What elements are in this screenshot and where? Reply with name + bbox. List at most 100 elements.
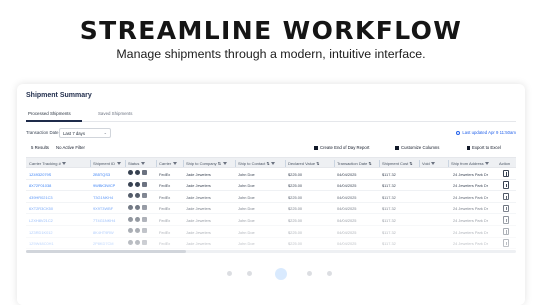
page-dot[interactable] <box>247 271 252 276</box>
filter-icon[interactable] <box>172 162 177 165</box>
action-icon[interactable] <box>503 181 509 189</box>
cell-tracking[interactable]: 6XT2R3CK50 <box>29 206 53 211</box>
col-label: Ship to Company <box>186 161 217 166</box>
transaction-date-select[interactable]: Last 7 days ⌄ <box>59 128 111 138</box>
cell-shipment-cost: $117.32 <box>382 206 396 212</box>
filter-icon[interactable] <box>431 162 436 165</box>
cell-tracking[interactable]: 439HR021C3 <box>29 195 53 200</box>
col-carrier-tracking[interactable]: Carrier Tracking # <box>29 161 67 166</box>
col-ship-to-contact[interactable]: Ship to Contact⇅ <box>238 161 276 166</box>
create-report-button[interactable]: Create End of Day Report <box>314 145 369 150</box>
customize-columns-button[interactable]: Customize Columns <box>395 145 439 150</box>
action-icon[interactable] <box>503 216 509 224</box>
cell-tracking[interactable]: 8X72F01038 <box>29 183 51 188</box>
table-row[interactable]: 1Z9W48C0H1 2P8KD7CM FedEx Jade Jewelers John… <box>26 238 516 250</box>
sort-icon[interactable]: ⇅ <box>316 161 319 166</box>
filter-icon[interactable] <box>222 162 227 165</box>
action-icon[interactable] <box>503 239 509 247</box>
column-divider[interactable] <box>235 160 236 167</box>
tab-saved-shipments[interactable]: Saved Shipments <box>98 111 132 116</box>
column-divider[interactable] <box>448 160 449 167</box>
col-transaction-date[interactable]: Transaction Date⇅ <box>337 161 372 166</box>
cell-tracking[interactable]: 1Z3RD1K012 <box>29 230 53 235</box>
col-action: Action <box>499 161 510 166</box>
sort-icon[interactable]: ⇅ <box>368 161 371 166</box>
cell-shipment-id[interactable]: 7T4G1NKH4 <box>93 218 115 223</box>
horizontal-scrollbar[interactable] <box>26 250 516 253</box>
col-carrier[interactable]: Carrier <box>159 161 177 166</box>
cell-shipment-id[interactable]: T3G1NKH4 <box>93 195 113 200</box>
col-ship-to-company[interactable]: Ship to Company⇅ <box>186 161 227 166</box>
cell-contact: John Doe <box>238 241 255 247</box>
table-row[interactable]: 1Z4932079S 2B5TQS3 FedEx Jade Jewelers John … <box>26 168 516 180</box>
cell-shipment-id[interactable]: 2P8KD7CM <box>93 241 114 246</box>
column-divider[interactable] <box>379 160 380 167</box>
pagination <box>207 268 357 280</box>
shipment-summary-card: Shipment Summary Processed Shipments Sav… <box>17 84 525 305</box>
table-row[interactable]: L2XH8V21C2 7T4G1NKH4 FedEx Jade Jewelers Joh… <box>26 214 516 226</box>
col-shipment-cost[interactable]: Shipment Cost⇅ <box>382 161 413 166</box>
cell-shipment-id[interactable]: 2B5TQS3 <box>93 172 110 177</box>
table-row[interactable]: 1Z3RD1K012 8K4HT9RW FedEx Jade Jewelers John… <box>26 226 516 238</box>
status-dot-icon <box>135 216 140 222</box>
cell-shipment-id[interactable]: 9WBK3WCP <box>93 183 115 188</box>
cell-tracking[interactable]: L2XH8V21C2 <box>29 218 53 223</box>
table-row[interactable]: 439HR021C3 T3G1NKH4 FedEx Jade Jewelers John… <box>26 191 516 203</box>
status-square-icon <box>142 216 147 222</box>
page-dot[interactable] <box>227 271 232 276</box>
col-declared-value[interactable]: Declared Value⇅ <box>288 161 319 166</box>
cell-company: Jade Jewelers <box>186 229 211 235</box>
col-void[interactable]: Void <box>422 161 436 166</box>
page-dot[interactable] <box>327 271 332 276</box>
table-row[interactable]: 8X72F01038 9WBK3WCP FedEx Jade Jewelers John… <box>26 180 516 192</box>
cell-shipment-id[interactable]: 8K4HT9RW <box>93 230 114 235</box>
status-dot-icon <box>135 170 140 176</box>
column-divider[interactable] <box>156 160 157 167</box>
col-status[interactable]: Status <box>128 161 145 166</box>
cell-tracking[interactable]: 1Z4932079S <box>29 172 51 177</box>
col-ship-from-address[interactable]: Ship from Address <box>451 161 490 166</box>
tab-processed-shipments[interactable]: Processed Shipments <box>28 111 71 116</box>
hero-banner: STREAMLINE WORKFLOW Manage shipments thr… <box>0 0 542 80</box>
filter-icon[interactable] <box>485 162 490 165</box>
last-updated: Last updated Apr 9 11:50am <box>456 130 516 135</box>
no-active-filter[interactable]: No Active Filter <box>56 145 85 150</box>
column-divider[interactable] <box>183 160 184 167</box>
column-divider[interactable] <box>334 160 335 167</box>
scrollbar-thumb[interactable] <box>26 250 186 253</box>
export-excel-label: Export to Excel <box>472 145 501 150</box>
cell-shipment-cost: $117.32 <box>382 241 396 247</box>
page-current[interactable] <box>275 268 287 280</box>
column-divider[interactable] <box>125 160 126 167</box>
cell-declared-value: $225.00 <box>288 206 303 212</box>
col-label: Carrier <box>159 161 172 166</box>
action-icon[interactable] <box>503 169 509 178</box>
cell-tracking[interactable]: 1Z9W48C0H1 <box>29 241 54 246</box>
column-divider[interactable] <box>285 160 286 167</box>
table-row[interactable]: 6XT2R3CK50 9X9T3WBF FedEx Jade Jewelers John… <box>26 203 516 215</box>
filter-icon[interactable] <box>116 162 121 165</box>
report-icon <box>314 145 318 150</box>
download-icon <box>467 145 470 150</box>
column-divider[interactable] <box>419 160 420 167</box>
filter-icon[interactable] <box>140 162 145 165</box>
action-icon[interactable] <box>503 192 509 201</box>
filter-icon[interactable] <box>271 162 276 165</box>
column-divider[interactable] <box>90 160 91 167</box>
cell-declared-value: $225.00 <box>288 229 303 235</box>
cell-carrier: FedEx <box>159 171 171 177</box>
export-excel-button[interactable]: Export to Excel <box>467 145 501 150</box>
sort-icon[interactable]: ⇅ <box>266 161 269 166</box>
action-icon[interactable] <box>503 204 509 213</box>
col-shipment-id[interactable]: Shipment ID <box>93 161 121 166</box>
card-title: Shipment Summary <box>26 92 92 99</box>
col-label: Ship to Contact <box>238 161 266 166</box>
status-dot-icon <box>135 228 140 234</box>
action-icon[interactable] <box>503 227 509 236</box>
page-dot[interactable] <box>307 271 312 276</box>
cell-shipment-id[interactable]: 9X9T3WBF <box>93 206 113 211</box>
sort-icon[interactable]: ⇅ <box>409 161 412 166</box>
filter-icon[interactable] <box>62 162 67 165</box>
cell-carrier: FedEx <box>159 241 171 247</box>
sort-icon[interactable]: ⇅ <box>218 161 221 166</box>
